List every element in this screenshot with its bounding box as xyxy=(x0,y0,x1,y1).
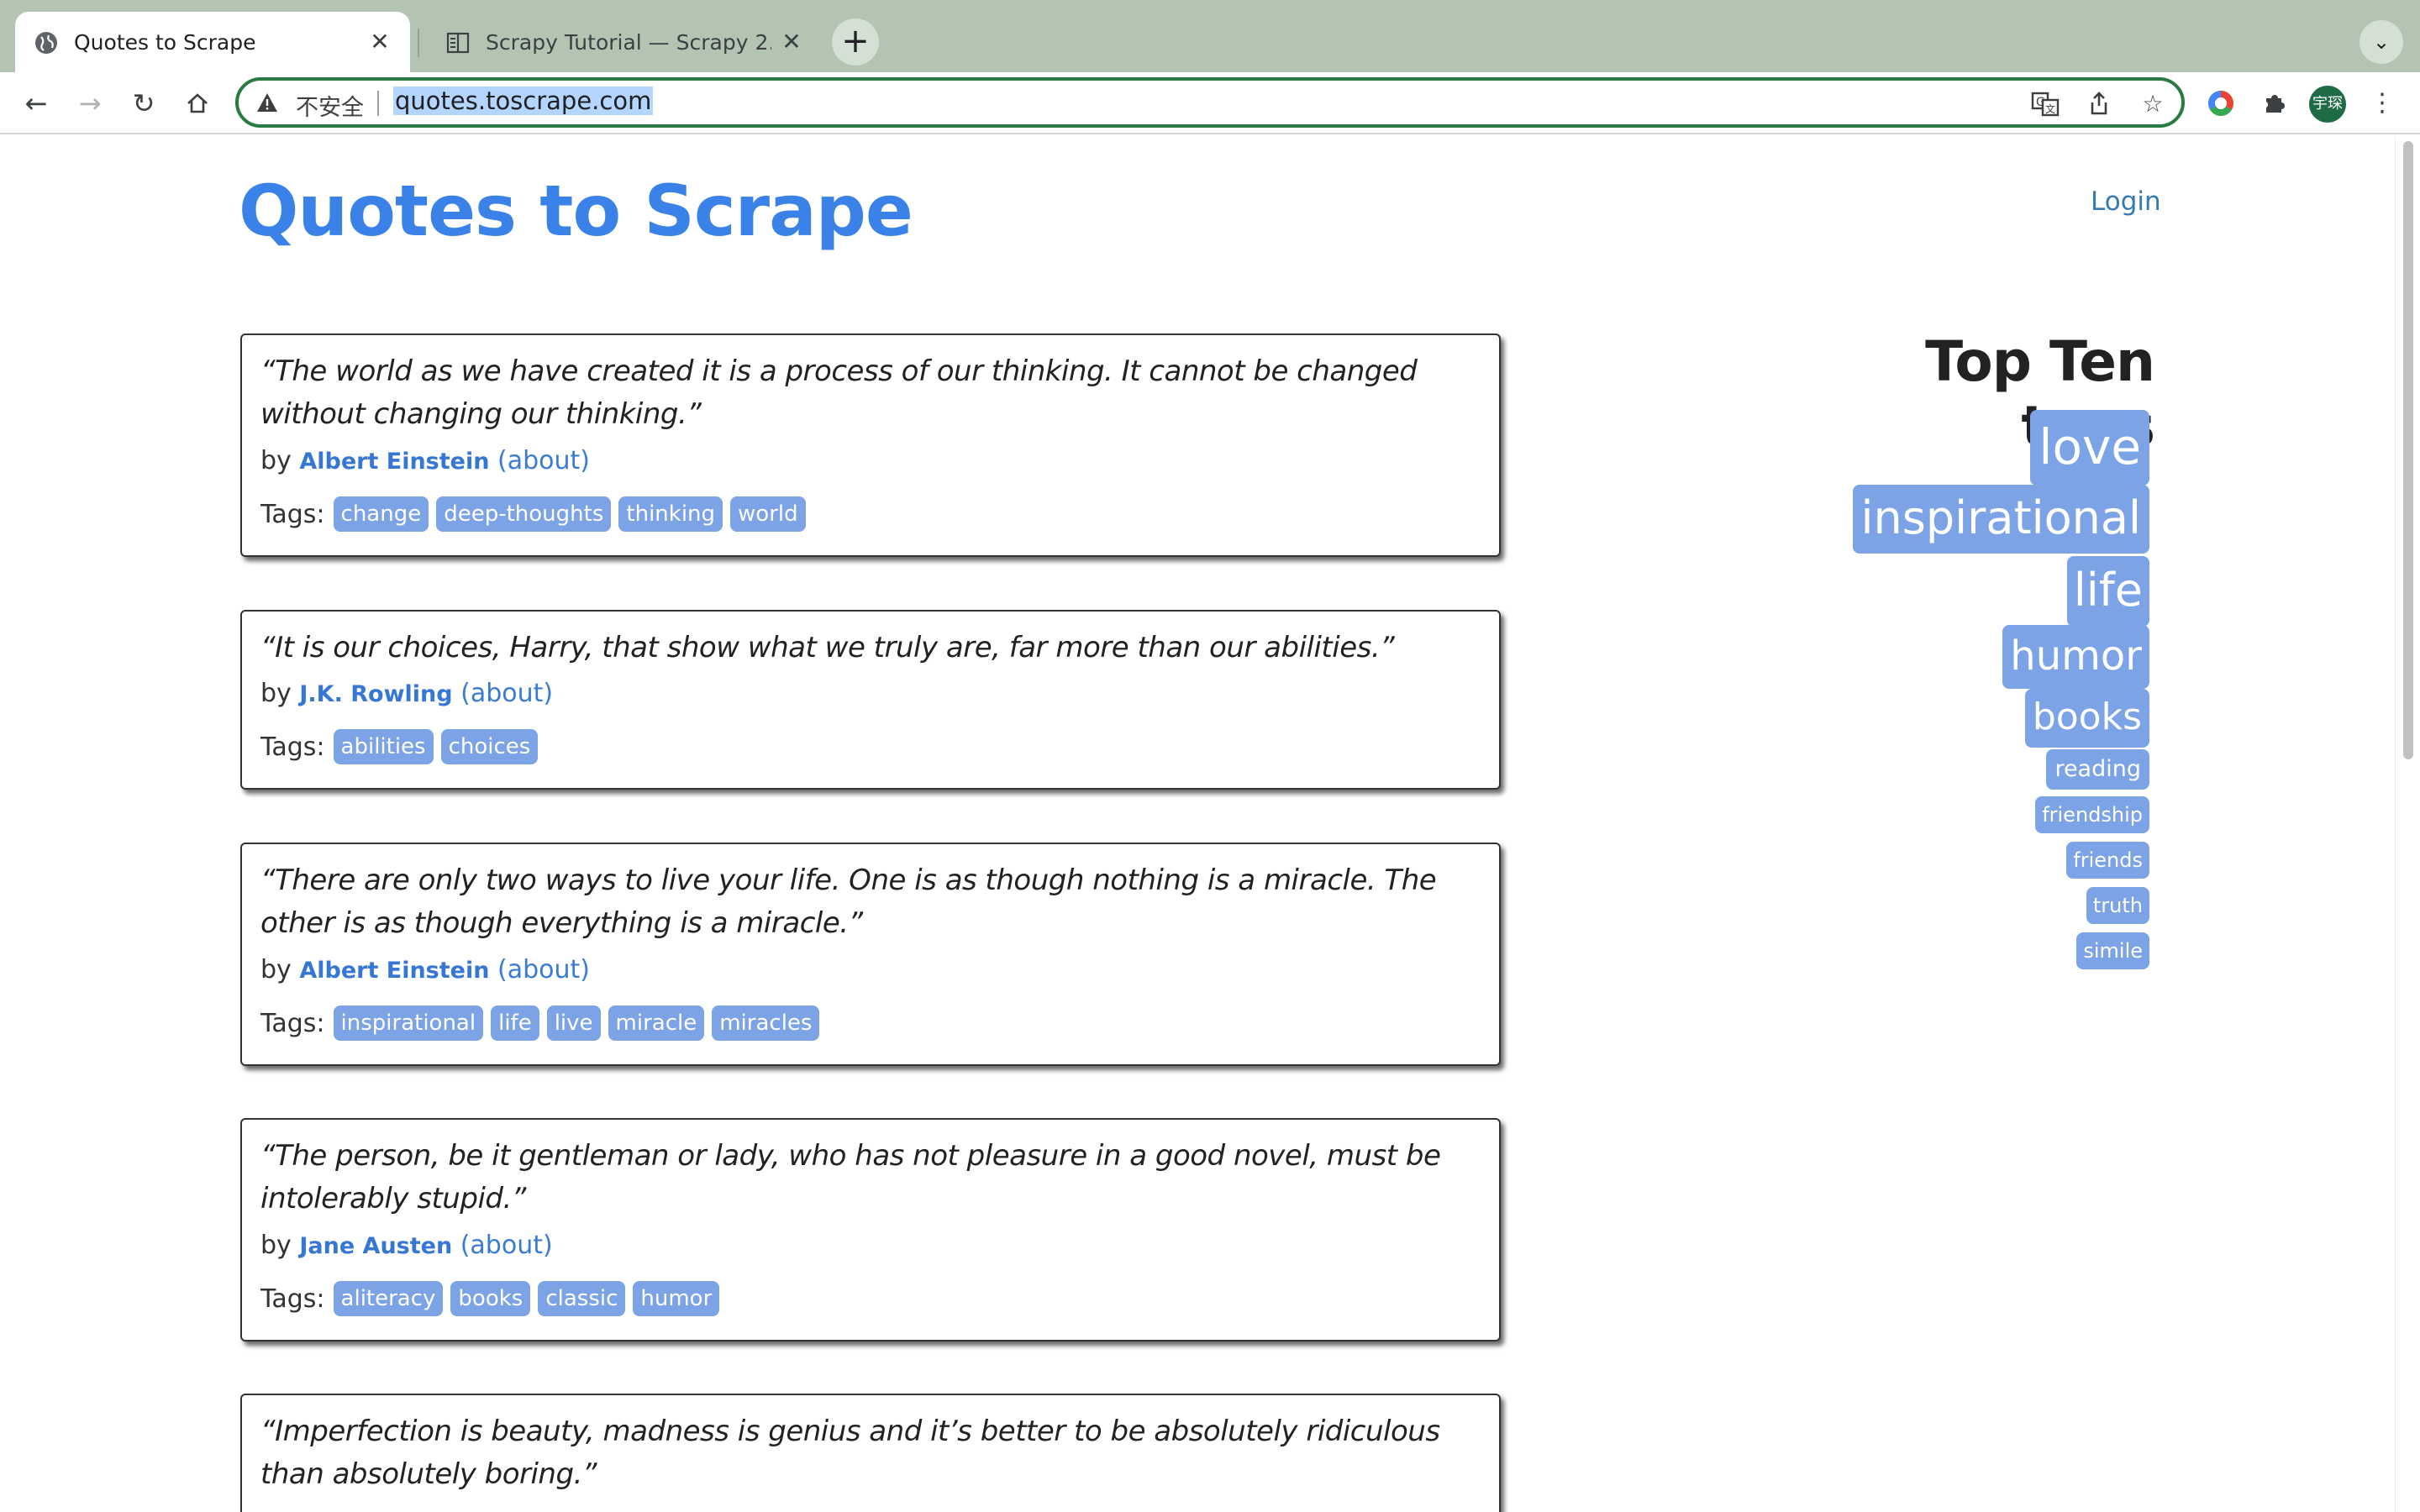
about-author-link[interactable]: (about) xyxy=(460,679,553,708)
tag-link[interactable]: classic xyxy=(538,1281,626,1316)
tags-label: Tags: xyxy=(260,1284,325,1314)
about-author-link[interactable]: (about) xyxy=(460,1231,553,1260)
address-bar[interactable]: 不安全 quotes.toscrape.com G文 ☆ xyxy=(235,77,2185,128)
browser-toolbar: ← → ↻ 不安全 quotes.toscrape.com G文 ☆ 宇琛 ⋮ xyxy=(0,72,2420,134)
quote-card: “The world as we have created it is a pr… xyxy=(240,333,1501,557)
tag-link[interactable]: world xyxy=(730,496,806,532)
tab-search-chevron-icon[interactable]: ⌄ xyxy=(2360,20,2403,64)
close-tab-icon[interactable]: ✕ xyxy=(776,27,807,57)
extensions-puzzle-icon[interactable] xyxy=(2254,82,2296,124)
by-label: by xyxy=(260,1231,292,1260)
url-text[interactable]: quotes.toscrape.com xyxy=(393,87,654,115)
quote-tags: Tags: aliteracy books classic humor xyxy=(260,1281,727,1316)
about-author-link[interactable]: (about) xyxy=(497,446,590,475)
quote-text: “Imperfection is beauty, madness is geni… xyxy=(260,1415,1440,1491)
author-name: J.K. Rowling xyxy=(299,681,453,707)
top-tag-humor[interactable]: humor xyxy=(2002,625,2149,689)
close-tab-icon[interactable]: ✕ xyxy=(365,27,395,57)
login-link[interactable]: Login xyxy=(2091,186,2161,217)
top-tag-reading[interactable]: reading xyxy=(2046,749,2149,790)
security-status-label[interactable]: 不安全 xyxy=(296,89,364,122)
tag-link[interactable]: aliteracy xyxy=(333,1281,444,1316)
by-label: by xyxy=(260,446,292,475)
tag-link[interactable]: books xyxy=(450,1281,531,1316)
tag-link[interactable]: change xyxy=(333,496,429,532)
tab-scrapy-tutorial[interactable]: Scrapy Tutorial — Scrapy 2.5.1 ✕ xyxy=(427,12,822,72)
tag-link[interactable]: miracle xyxy=(608,1005,705,1041)
top-tag-life[interactable]: life xyxy=(2066,556,2149,627)
tag-link[interactable]: abilities xyxy=(333,729,434,764)
tab-separator xyxy=(418,29,419,57)
tab-title: Scrapy Tutorial — Scrapy 2.5.1 xyxy=(486,30,771,55)
back-arrow-icon[interactable]: ← xyxy=(15,82,57,124)
author-name: Albert Einstein xyxy=(299,449,490,475)
quote-tags: Tags: inspirational life live miracle mi… xyxy=(260,1005,827,1041)
quote-author-line: by J.K. Rowling (about) xyxy=(260,679,553,708)
tag-link[interactable]: miracles xyxy=(712,1005,820,1041)
top-tag-love[interactable]: love xyxy=(2030,410,2149,486)
tab-quotes-to-scrape[interactable]: Quotes to Scrape ✕ xyxy=(15,12,410,72)
new-tab-button[interactable]: + xyxy=(832,18,879,66)
quote-author-line: by Jane Austen (about) xyxy=(260,1231,553,1260)
tags-label: Tags: xyxy=(260,1008,325,1038)
home-icon[interactable] xyxy=(176,82,218,124)
top-tag-simile[interactable]: simile xyxy=(2076,932,2149,969)
tag-link[interactable]: life xyxy=(491,1005,539,1041)
tag-link[interactable]: thinking xyxy=(618,496,723,532)
translate-icon[interactable]: G文 xyxy=(2028,87,2062,121)
author-name: Albert Einstein xyxy=(299,958,490,984)
quote-card: “It is our choices, Harry, that show wha… xyxy=(240,610,1501,790)
share-icon[interactable] xyxy=(2082,87,2116,121)
top-tag-truth[interactable]: truth xyxy=(2086,887,2149,924)
tag-link[interactable]: inspirational xyxy=(333,1005,484,1041)
quote-text: “It is our choices, Harry, that show wha… xyxy=(260,631,1395,664)
quote-tags: Tags: abilities choices xyxy=(260,729,545,764)
top-tag-friendship[interactable]: friendship xyxy=(2035,796,2149,833)
vertical-scrollbar[interactable] xyxy=(2395,136,2420,1512)
omnibox-divider xyxy=(377,91,379,116)
tag-link[interactable]: choices xyxy=(440,729,539,764)
quote-card: “There are only two ways to live your li… xyxy=(240,843,1501,1066)
quote-card: “The person, be it gentleman or lady, wh… xyxy=(240,1118,1501,1341)
tag-link[interactable]: deep-thoughts xyxy=(436,496,612,532)
warning-icon xyxy=(255,91,279,114)
top-tag-friends[interactable]: friends xyxy=(2066,842,2149,879)
quote-author-line: by Albert Einstein (about) xyxy=(260,955,590,984)
quote-author-line: by Albert Einstein (about) xyxy=(260,446,590,475)
tags-label: Tags: xyxy=(260,499,325,529)
by-label: by xyxy=(260,955,292,984)
reload-icon[interactable]: ↻ xyxy=(123,82,165,124)
forward-arrow-icon[interactable]: → xyxy=(69,82,111,124)
tab-strip: Quotes to Scrape ✕ Scrapy Tutorial — Scr… xyxy=(0,0,2420,72)
globe-icon xyxy=(34,30,59,55)
quote-text: “There are only two ways to live your li… xyxy=(260,864,1437,940)
quote-text: “The world as we have created it is a pr… xyxy=(260,354,1418,431)
tab-title: Quotes to Scrape xyxy=(74,30,256,55)
author-name: Jane Austen xyxy=(299,1233,453,1259)
tags-label: Tags: xyxy=(260,732,325,762)
by-label: by xyxy=(260,679,292,708)
more-menu-icon[interactable]: ⋮ xyxy=(2361,82,2403,124)
site-title-link[interactable]: Quotes to Scrape xyxy=(239,170,913,252)
quote-tags: Tags: change deep-thoughts thinking worl… xyxy=(260,496,813,532)
book-icon xyxy=(445,30,471,55)
top-tag-inspirational[interactable]: inspirational xyxy=(1852,485,2149,554)
quote-card: “Imperfection is beauty, madness is geni… xyxy=(240,1394,1501,1512)
svg-text:文: 文 xyxy=(2045,102,2055,115)
tag-link[interactable]: live xyxy=(546,1005,601,1041)
chrome-extension-icon[interactable] xyxy=(2200,82,2242,124)
top-tag-books[interactable]: books xyxy=(2024,689,2149,748)
bookmark-star-icon[interactable]: ☆ xyxy=(2136,87,2170,121)
about-author-link[interactable]: (about) xyxy=(497,955,590,984)
tag-link[interactable]: humor xyxy=(633,1281,720,1316)
page-viewport: Quotes to Scrape Login “The world as we … xyxy=(0,136,2395,1512)
profile-avatar[interactable]: 宇琛 xyxy=(2309,86,2346,123)
quote-text: “The person, be it gentleman or lady, wh… xyxy=(260,1139,1441,1215)
scrollbar-thumb[interactable] xyxy=(2403,141,2413,759)
